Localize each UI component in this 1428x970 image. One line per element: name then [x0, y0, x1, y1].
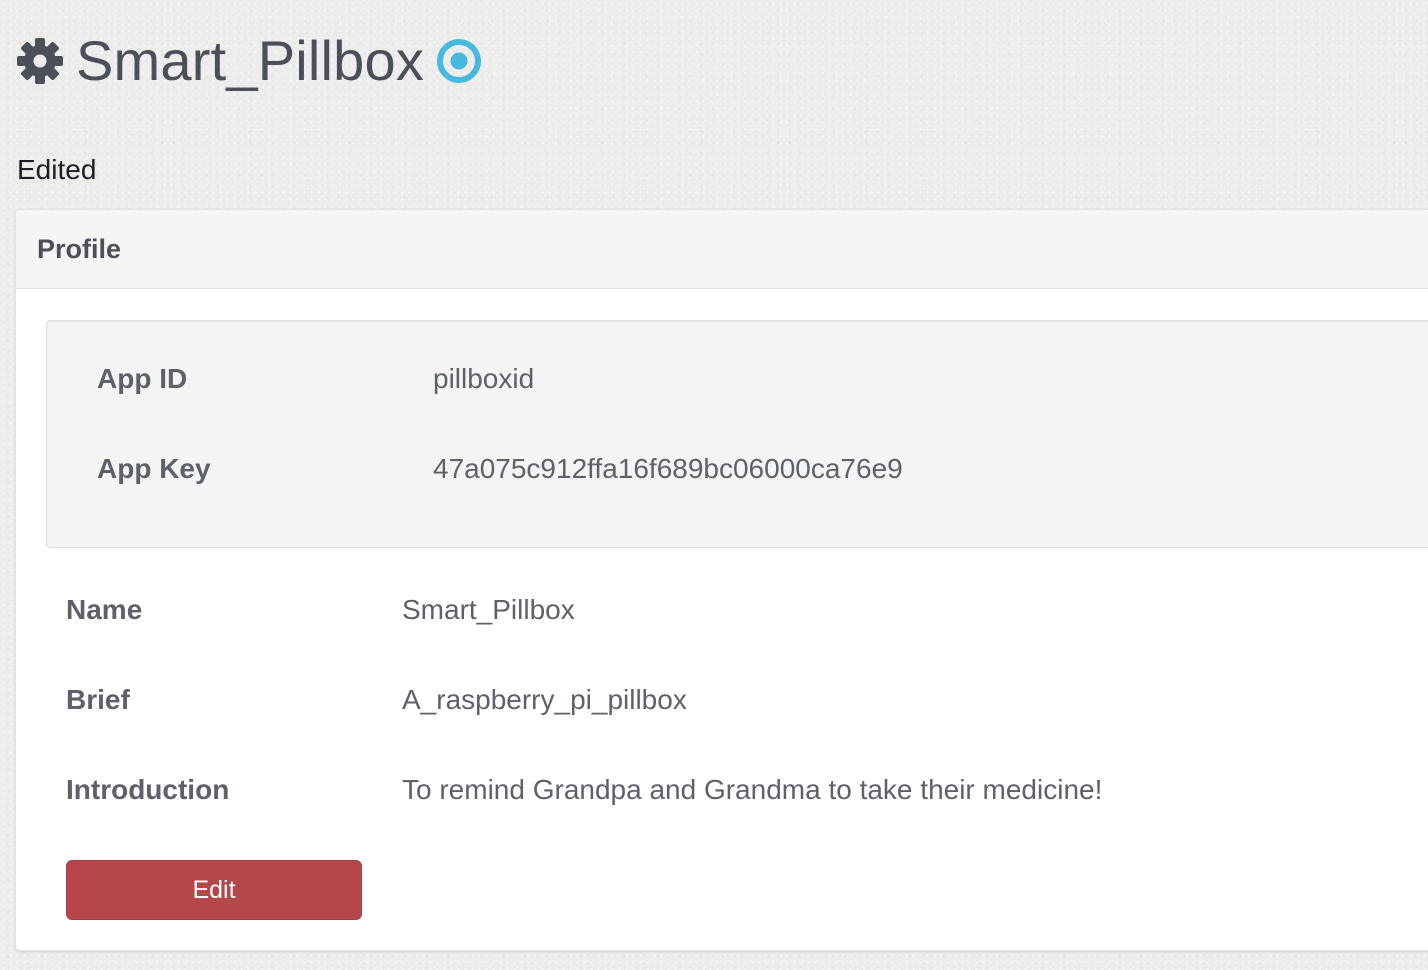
introduction-row: Introduction To remind Grandpa and Grand…	[16, 770, 1428, 810]
name-value: Smart_Pillbox	[402, 594, 575, 625]
name-label: Name	[66, 594, 143, 625]
app-id-row: App ID pillboxid	[47, 359, 1428, 399]
profile-panel-title: Profile	[37, 233, 122, 264]
brief-row: Brief A_raspberry_pi_pillbox	[16, 680, 1428, 720]
credentials-well: App ID pillboxid App Key 47a075c912ffa16…	[46, 320, 1428, 548]
profile-panel-heading: Profile	[16, 210, 1428, 289]
edit-button[interactable]: Edit	[66, 860, 362, 920]
app-key-label: App Key	[97, 453, 211, 484]
target-circle-icon	[436, 38, 482, 84]
edited-notice: Edited	[17, 154, 97, 185]
app-id-label: App ID	[97, 363, 188, 394]
app-id-value: pillboxid	[433, 363, 535, 394]
app-key-row: App Key 47a075c912ffa16f689bc06000ca76e9	[47, 449, 1428, 489]
app-key-value: 47a075c912ffa16f689bc06000ca76e9	[433, 453, 903, 484]
page-header: Smart_Pillbox	[16, 26, 482, 96]
brief-value: A_raspberry_pi_pillbox	[402, 684, 687, 715]
gear-icon	[16, 37, 64, 85]
brief-label: Brief	[66, 684, 130, 715]
page-title: Smart_Pillbox	[76, 29, 425, 92]
introduction-value: To remind Grandpa and Grandma to take th…	[402, 774, 1103, 805]
profile-panel: Profile App ID pillboxid App Key 47a075c…	[15, 209, 1428, 951]
introduction-label: Introduction	[66, 774, 230, 805]
name-row: Name Smart_Pillbox	[16, 590, 1428, 630]
